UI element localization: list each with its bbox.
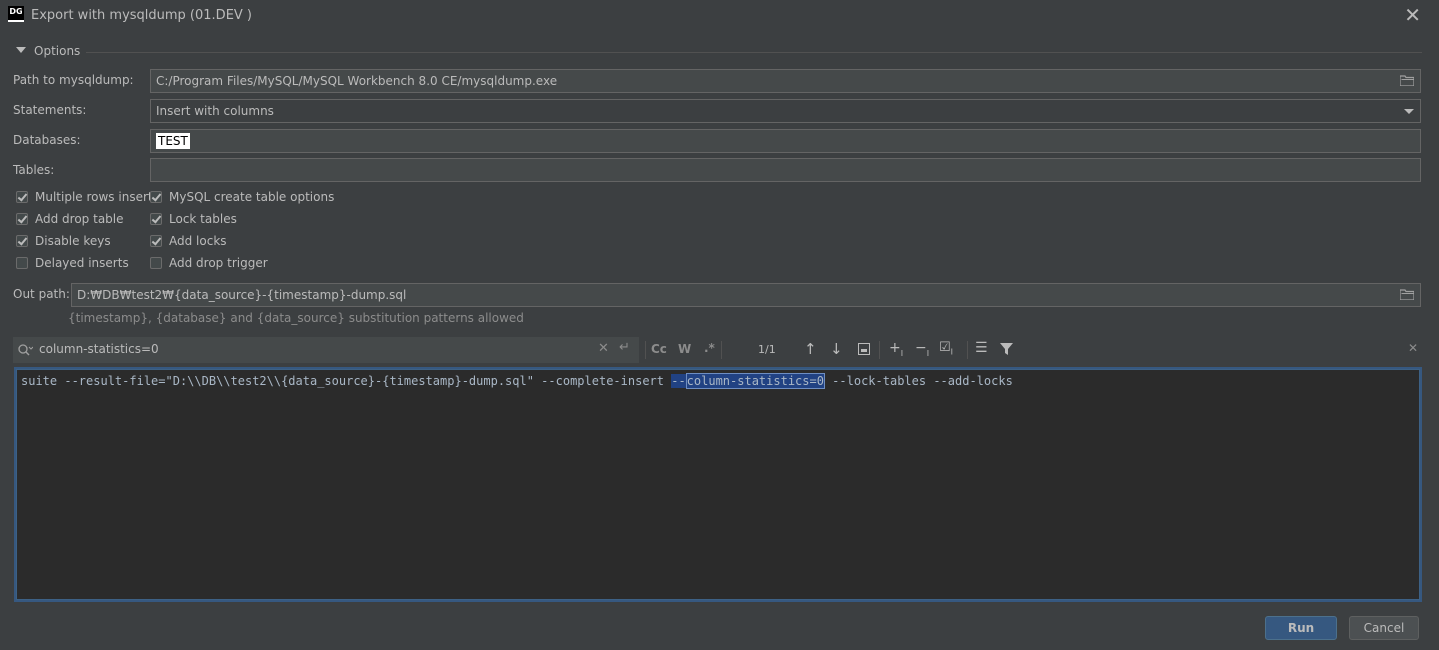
- command-before: suite --result-file="D:\\DB\\test2\\{dat…: [21, 374, 672, 388]
- command-match-prefix: --: [671, 374, 686, 388]
- folder-icon[interactable]: [1400, 289, 1414, 300]
- remove-occurrence-icon[interactable]: −I: [915, 340, 929, 358]
- find-input[interactable]: column-statistics=0 ✕ ↵: [13, 337, 639, 363]
- separator: [645, 341, 646, 359]
- section-divider: [86, 52, 1422, 53]
- title-bar: DG Export with mysqldump (01.DEV ) ✕: [0, 0, 1439, 32]
- checkbox-add-drop-table[interactable]: Add drop table: [16, 210, 124, 228]
- checkbox-box[interactable]: [150, 235, 162, 247]
- checkbox-box[interactable]: [16, 257, 28, 269]
- checkbox-label: MySQL create table options: [169, 190, 335, 204]
- command-search-match: column-statistics=0: [685, 373, 825, 389]
- checkbox-label: Add drop table: [35, 212, 124, 226]
- collapse-triangle-icon: [16, 47, 26, 53]
- options-section-toggle[interactable]: Options: [16, 44, 80, 60]
- checkbox-multiple-rows-inserts[interactable]: Multiple rows inserts: [16, 188, 159, 206]
- filter-icon[interactable]: [1000, 343, 1013, 356]
- checkbox-box[interactable]: [150, 191, 162, 203]
- path-field[interactable]: C:/Program Files/MySQL/MySQL Workbench 8…: [150, 69, 1421, 93]
- checkbox-label: Lock tables: [169, 212, 237, 226]
- window-title: Export with mysqldump (01.DEV ): [31, 8, 252, 23]
- checkbox-box[interactable]: [150, 257, 162, 269]
- editor-frame: [16, 369, 1420, 600]
- arrow-down-icon[interactable]: ↓: [830, 340, 843, 358]
- options-section-label: Options: [34, 44, 81, 58]
- clear-search-icon[interactable]: ✕: [598, 341, 609, 356]
- checkbox-disable-keys[interactable]: Disable keys: [16, 232, 111, 250]
- find-query: column-statistics=0: [39, 342, 159, 356]
- match-case-icon[interactable]: Cc: [651, 342, 667, 356]
- statements-label: Statements:: [13, 103, 87, 117]
- checkbox-label: Delayed inserts: [35, 256, 129, 270]
- tables-label: Tables:: [13, 163, 55, 177]
- checkbox-label: Disable keys: [35, 234, 111, 248]
- filter-options-icon[interactable]: ☰: [975, 340, 988, 356]
- checkbox-lock-tables[interactable]: Lock tables: [150, 210, 237, 228]
- new-line-icon[interactable]: ↵: [619, 340, 630, 355]
- path-label: Path to mysqldump:: [13, 73, 134, 87]
- out-path-field[interactable]: D:₩DB₩test2₩{data_source}-{timestamp}-du…: [71, 283, 1421, 307]
- checkbox-box[interactable]: [150, 213, 162, 225]
- databases-label: Databases:: [13, 133, 81, 147]
- statements-select[interactable]: Insert with columns: [150, 99, 1421, 123]
- regex-icon[interactable]: .*: [704, 341, 715, 355]
- run-button[interactable]: Run: [1265, 616, 1337, 640]
- command-editor[interactable]: suite --result-file="D:\\DB\\test2\\{dat…: [14, 367, 1422, 602]
- checkbox-box[interactable]: [16, 235, 28, 247]
- checkbox-label: Add drop trigger: [169, 256, 268, 270]
- out-path-hint: {timestamp}, {database} and {data_source…: [68, 311, 524, 325]
- match-count: 1/1: [758, 343, 776, 356]
- out-path-label: Out path:: [13, 287, 70, 301]
- command-text[interactable]: suite --result-file="D:\\DB\\test2\\{dat…: [21, 373, 1013, 389]
- checkbox-add-locks[interactable]: Add locks: [150, 232, 227, 250]
- statements-value: Insert with columns: [156, 104, 274, 118]
- databases-field[interactable]: TEST: [150, 129, 1421, 153]
- out-path-value: D:₩DB₩test2₩{data_source}-{timestamp}-du…: [77, 288, 407, 302]
- databases-value: TEST: [156, 133, 190, 149]
- cancel-button[interactable]: Cancel: [1349, 616, 1419, 640]
- command-after: --lock-tables --add-locks: [824, 374, 1013, 388]
- checkbox-box[interactable]: [16, 191, 28, 203]
- checkbox-delayed-inserts[interactable]: Delayed inserts: [16, 254, 129, 272]
- find-in-selection-icon[interactable]: [858, 343, 870, 355]
- search-icon[interactable]: [17, 343, 33, 357]
- chevron-down-icon: [1404, 109, 1414, 114]
- find-bar: column-statistics=0 ✕ ↵ Cc W .* 1/1 ↑ ↓ …: [13, 337, 1423, 363]
- separator: [721, 341, 722, 359]
- separator: [879, 341, 880, 359]
- select-all-occurrences-icon[interactable]: ☑I: [939, 340, 953, 357]
- path-value: C:/Program Files/MySQL/MySQL Workbench 8…: [156, 74, 558, 88]
- separator: [967, 341, 968, 359]
- add-occurrence-icon[interactable]: +I: [889, 340, 903, 358]
- tables-field[interactable]: [150, 158, 1421, 182]
- checkbox-box[interactable]: [16, 213, 28, 225]
- folder-icon[interactable]: [1400, 75, 1414, 86]
- checkbox-label: Add locks: [169, 234, 227, 248]
- checkbox-label: Multiple rows inserts: [35, 190, 159, 204]
- checkbox-add-drop-trigger[interactable]: Add drop trigger: [150, 254, 268, 272]
- arrow-up-icon[interactable]: ↑: [804, 340, 817, 358]
- close-icon[interactable]: ✕: [1404, 3, 1421, 27]
- close-find-icon[interactable]: ✕: [1408, 341, 1418, 355]
- checkbox-mysql-create-table-options[interactable]: MySQL create table options: [150, 188, 334, 206]
- whole-words-icon[interactable]: W: [678, 342, 691, 356]
- datagrip-logo-icon: DG: [8, 6, 24, 22]
